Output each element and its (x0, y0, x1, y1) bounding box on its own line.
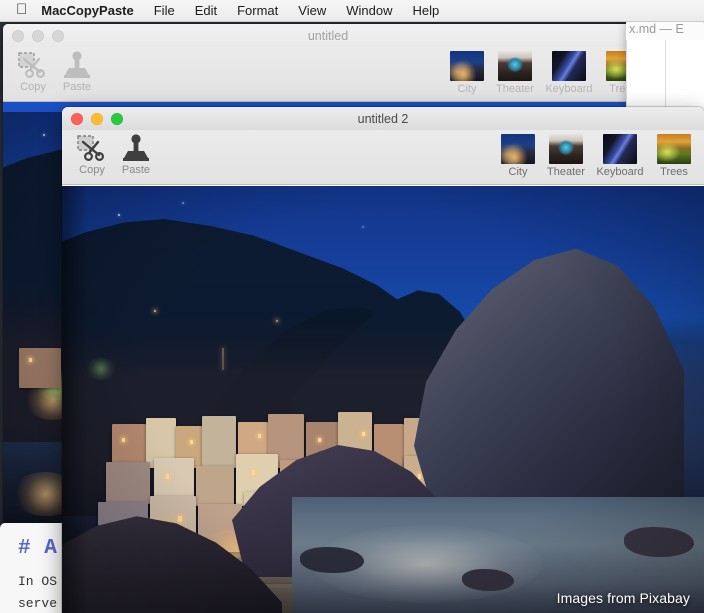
front-window-titlebar[interactable]: untitled 2 (62, 107, 704, 130)
thumbnail-label-theater: Theater (496, 83, 534, 95)
back-window-toolbar: Copy Paste City Theater Keyboard Trees (3, 47, 653, 102)
menu-item-format[interactable]: Format (237, 3, 278, 18)
thumbnail-image-city (450, 51, 484, 81)
thumbnail-image-trees (657, 134, 691, 164)
front-window-traffic-lights (71, 112, 123, 125)
front-window-toolbar: Copy Paste City Theater Keyboard Trees (62, 130, 704, 185)
copy-icon (77, 135, 105, 162)
editor-pane-preview[interactable] (665, 40, 704, 112)
thumbnail-item-trees[interactable]: Trees (650, 134, 698, 178)
back-window-titlebar[interactable]: untitled (3, 24, 653, 47)
close-button[interactable] (71, 112, 83, 125)
thumbnail-label-theater: Theater (547, 166, 585, 178)
menu-bar:  MacCopyPaste File Edit Format View Win… (0, 0, 704, 22)
maximize-button[interactable] (52, 29, 64, 42)
paste-icon (123, 134, 149, 161)
photo-credit-text: Images from Pixabay (556, 590, 690, 606)
copy-button-label: Copy (20, 81, 46, 93)
thumbnail-image-city (501, 134, 535, 164)
menu-item-view[interactable]: View (298, 3, 326, 18)
thumbnail-item-keyboard[interactable]: Keyboard (539, 51, 599, 95)
thumbnail-item-keyboard[interactable]: Keyboard (590, 134, 650, 178)
front-window-title: untitled 2 (357, 111, 409, 126)
thumbnail-item-theater[interactable]: Theater (491, 51, 539, 95)
thumbnail-image-theater (498, 51, 532, 81)
menu-app-name[interactable]: MacCopyPaste (41, 3, 133, 18)
paste-button-label: Paste (121, 164, 151, 176)
paste-button[interactable]: Paste (114, 133, 158, 176)
back-window-traffic-lights (12, 29, 64, 42)
thumbnail-item-city[interactable]: City (494, 134, 542, 178)
thumbnail-label-keyboard: Keyboard (596, 166, 644, 178)
back-window-thumbnail-strip: City Theater Keyboard Trees (443, 51, 647, 95)
maximize-button[interactable] (111, 112, 123, 125)
desktop-screen:  MacCopyPaste File Edit Format View Win… (0, 0, 704, 613)
close-button[interactable] (12, 29, 24, 42)
menu-item-window[interactable]: Window (346, 3, 392, 18)
menu-item-edit[interactable]: Edit (195, 3, 217, 18)
thumbnail-label-trees: Trees (660, 166, 688, 178)
copy-icon (18, 52, 46, 79)
photo-manarola-night: Images from Pixabay (62, 186, 704, 613)
copy-button-label: Copy (79, 164, 105, 176)
editor-pane-source[interactable] (626, 40, 665, 112)
front-window-photo-area[interactable]: Images from Pixabay (62, 186, 704, 613)
front-window-thumbnail-strip: City Theater Keyboard Trees (494, 134, 698, 178)
paste-button[interactable]: Paste (55, 50, 99, 93)
thumbnail-image-keyboard (552, 51, 586, 81)
paste-button-label: Paste (62, 81, 92, 93)
apple-menu-icon[interactable]:  (16, 2, 27, 17)
back-window-title: untitled (307, 28, 349, 43)
copy-button[interactable]: Copy (70, 133, 114, 176)
menu-item-help[interactable]: Help (412, 3, 439, 18)
thumbnail-image-theater (549, 134, 583, 164)
thumbnail-label-keyboard: Keyboard (545, 83, 593, 95)
menu-item-file[interactable]: File (154, 3, 175, 18)
thumbnail-item-theater[interactable]: Theater (542, 134, 590, 178)
minimize-button[interactable] (32, 29, 44, 42)
thumbnail-image-keyboard (603, 134, 637, 164)
paste-icon (64, 51, 90, 78)
minimize-button[interactable] (91, 112, 103, 125)
thumbnail-item-city[interactable]: City (443, 51, 491, 95)
copy-button[interactable]: Copy (11, 50, 55, 93)
thumbnail-label-city: City (508, 166, 528, 178)
text-editor-panes (626, 40, 704, 112)
thumbnail-label-city: City (457, 83, 477, 95)
front-document-window[interactable]: untitled 2 Copy Paste City Theater Keybo… (62, 107, 704, 613)
